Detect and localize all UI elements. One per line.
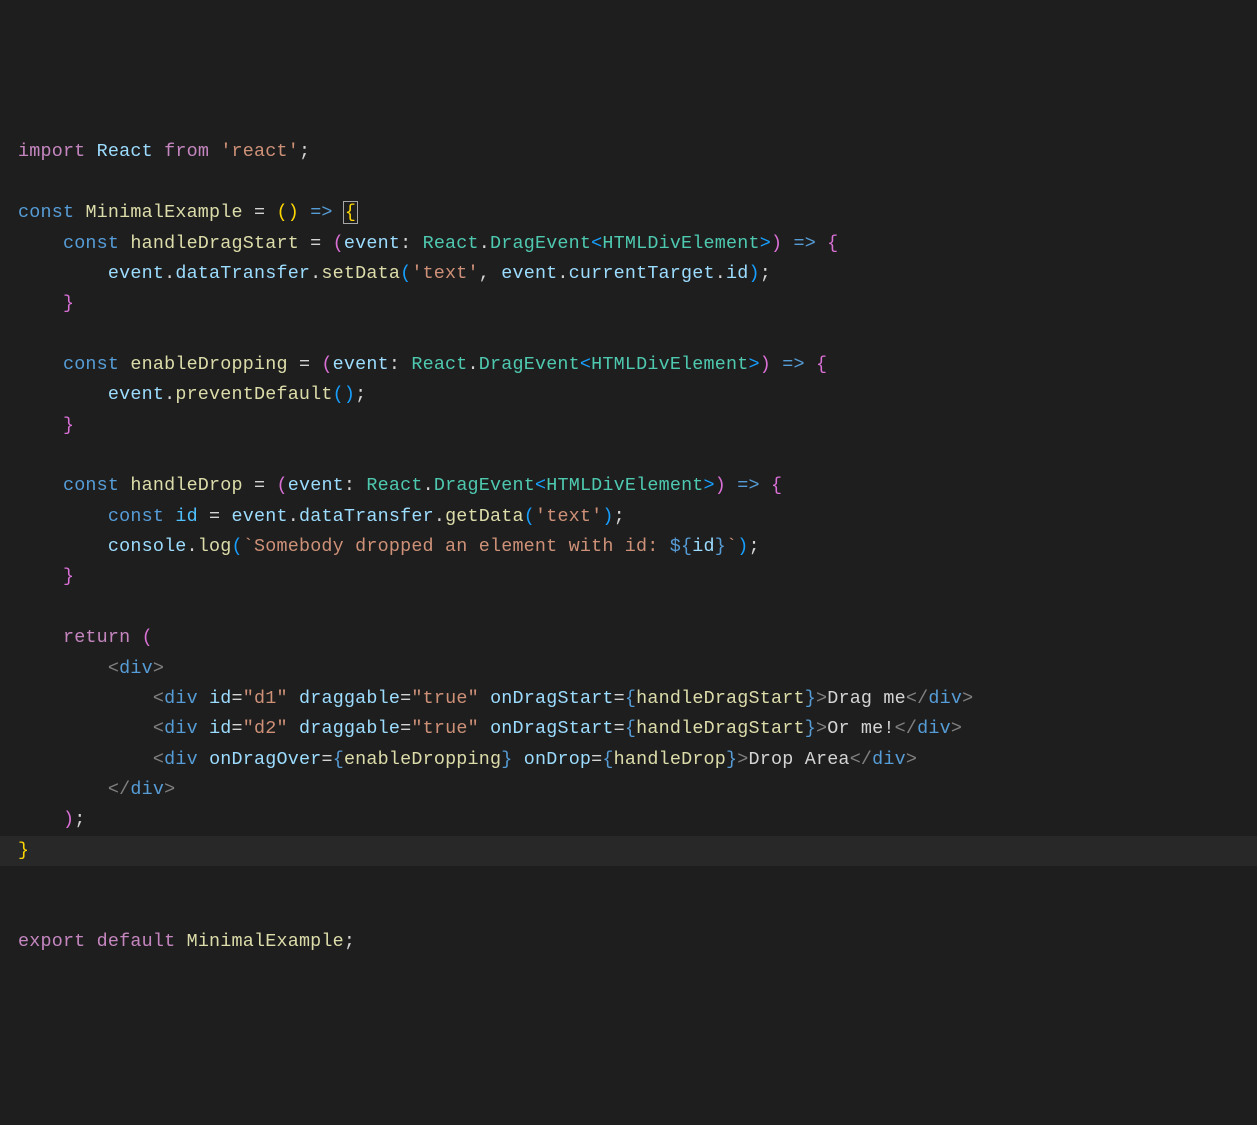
code-line xyxy=(18,324,29,345)
code-line: </div> xyxy=(18,779,175,800)
code-line: import React from 'react'; xyxy=(18,141,310,162)
code-line xyxy=(18,445,29,466)
code-line: console.log(`Somebody dropped an element… xyxy=(18,536,760,557)
cursor: { xyxy=(343,201,358,224)
code-line xyxy=(18,597,29,618)
code-line: const MinimalExample = () => { xyxy=(18,202,357,223)
code-line: } xyxy=(18,415,74,436)
code-line xyxy=(18,900,29,921)
code-line: <div onDragOver={enableDropping} onDrop=… xyxy=(18,749,917,770)
code-line: <div> xyxy=(18,658,164,679)
code-line: export default MinimalExample; xyxy=(18,931,355,952)
code-line-active: } xyxy=(0,836,1257,866)
code-line: <div id="d1" draggable="true" onDragStar… xyxy=(18,688,973,709)
code-line: const id = event.dataTransfer.getData('t… xyxy=(18,506,625,527)
code-line xyxy=(18,172,29,193)
code-editor[interactable]: import React from 'react'; const Minimal… xyxy=(18,137,1239,957)
code-line: const enableDropping = (event: React.Dra… xyxy=(18,354,827,375)
code-line: event.preventDefault(); xyxy=(18,384,366,405)
code-line: const handleDragStart = (event: React.Dr… xyxy=(18,233,838,254)
code-line: } xyxy=(18,566,74,587)
code-line: event.dataTransfer.setData('text', event… xyxy=(18,263,771,284)
code-line: <div id="d2" draggable="true" onDragStar… xyxy=(18,718,962,739)
code-line: const handleDrop = (event: React.DragEve… xyxy=(18,475,782,496)
code-line: return ( xyxy=(18,627,153,648)
code-line: } xyxy=(18,293,74,314)
code-line: ); xyxy=(18,809,85,830)
